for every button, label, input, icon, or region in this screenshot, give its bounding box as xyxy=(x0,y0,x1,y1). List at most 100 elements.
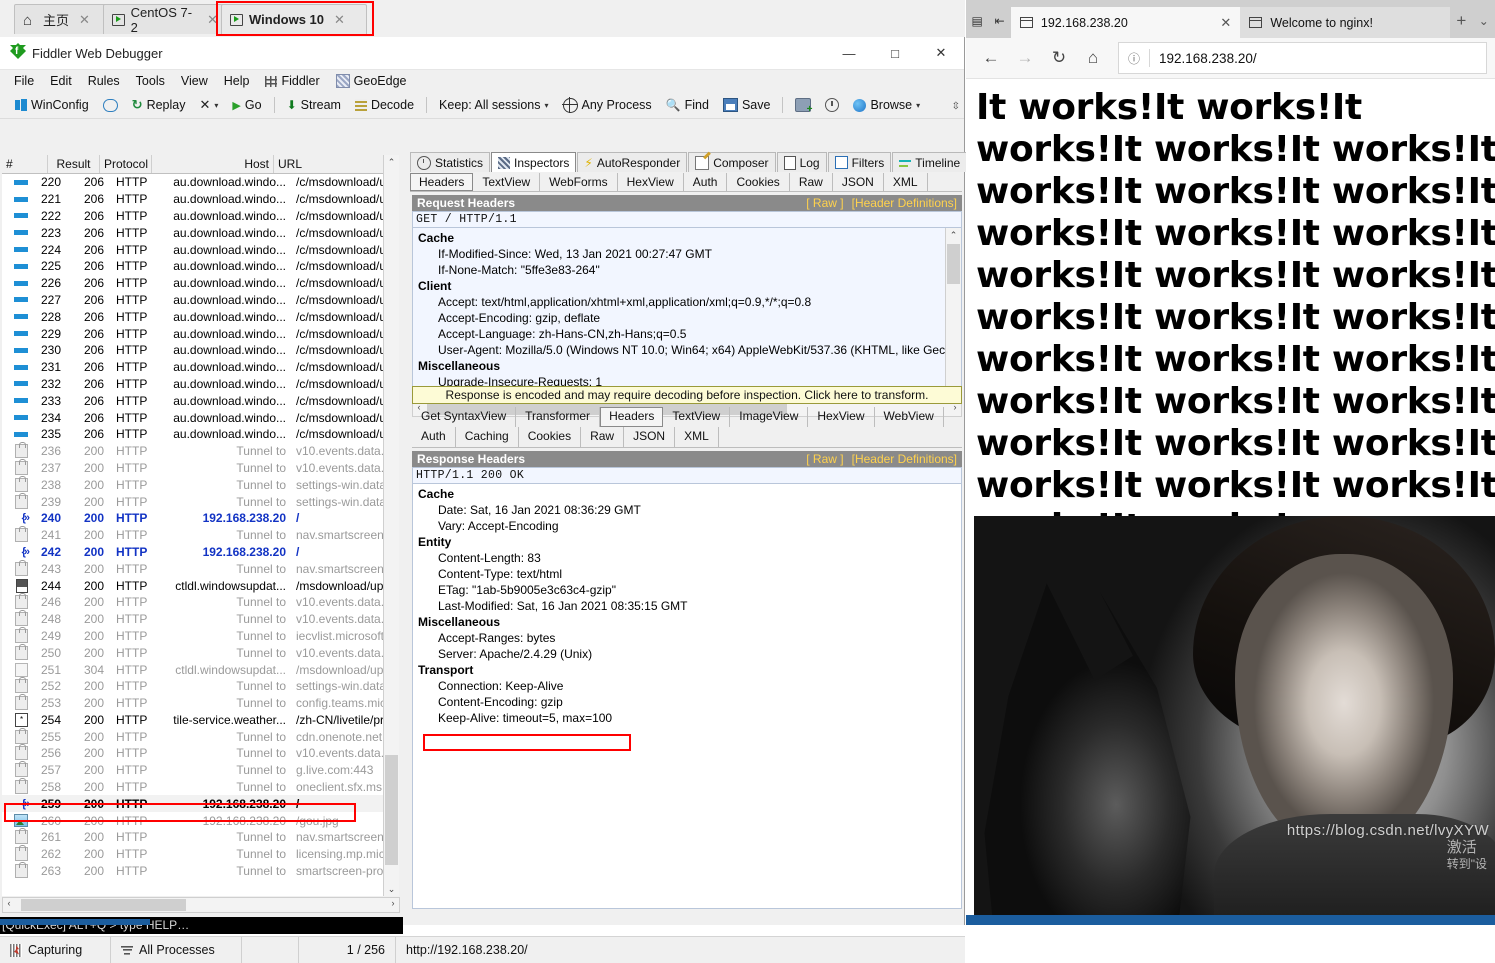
tab-log[interactable]: Log xyxy=(776,152,827,172)
url-text[interactable]: 192.168.238.20/ xyxy=(1150,51,1257,66)
response-header-definitions-link[interactable]: [Header Definitions] xyxy=(852,452,957,466)
toolbar-overflow-icon[interactable]: ⇳ xyxy=(952,101,960,112)
response-subtab-textview[interactable]: TextView xyxy=(663,407,731,427)
session-row[interactable]: 235 206 HTTP au.download.windo... /c/msdownl… xyxy=(2,426,383,443)
tab-timeline[interactable]: Timeline xyxy=(892,152,968,172)
request-subtab-json[interactable]: JSON xyxy=(833,173,884,191)
session-row[interactable]: 244 200 HTTP ctldl.windowsupdat... /msdownlo… xyxy=(2,577,383,594)
session-row[interactable]: 250 200 HTTP Tunnel to v10.events.data.micr xyxy=(2,643,383,661)
response-subtab-headers[interactable]: Headers xyxy=(600,407,664,427)
replay-button[interactable]: ↻ Replay xyxy=(125,95,193,115)
timer-button[interactable] xyxy=(818,96,846,114)
response-subtab-caching[interactable]: Caching xyxy=(456,427,519,447)
address-bar[interactable]: ⓘ 192.168.238.20/ xyxy=(1118,42,1487,74)
column-header-url[interactable]: URL xyxy=(274,155,384,173)
request-subtab-textview[interactable]: TextView xyxy=(473,173,541,191)
request-subtab-raw[interactable]: Raw xyxy=(790,173,833,191)
menu-file[interactable]: File xyxy=(6,72,42,90)
request-subtab-cookies[interactable]: Cookies xyxy=(727,173,790,191)
session-row[interactable]: 246 200 HTTP Tunnel to v10.events.data.micr xyxy=(2,593,383,611)
response-subtab-auth[interactable]: Auth xyxy=(412,427,456,447)
process-filter-status[interactable]: All Processes xyxy=(111,937,242,963)
home-button[interactable]: ⌂ xyxy=(1076,42,1110,74)
request-subtab-hexview[interactable]: HexView xyxy=(618,173,684,191)
session-row[interactable]: 243 200 HTTP Tunnel to nav.smartscreen.micr xyxy=(2,559,383,577)
close-icon[interactable]: ✕ xyxy=(79,12,90,28)
session-list[interactable]: 220 206 HTTP au.download.windo... /c/msdownl… xyxy=(2,174,383,896)
request-subtab-headers[interactable]: Headers xyxy=(410,173,474,191)
go-button[interactable]: ▶ Go xyxy=(225,96,268,114)
edge-tab-1[interactable]: 192.168.238.20 ✕ xyxy=(1010,7,1241,38)
session-row[interactable]: 237 200 HTTP Tunnel to v10.events.data.micr xyxy=(2,458,383,477)
close-icon[interactable]: ✕ xyxy=(334,12,345,28)
menu-edit[interactable]: Edit xyxy=(42,72,80,90)
session-row[interactable]: 262 200 HTTP Tunnel to licensing.mp.microsof… xyxy=(2,845,383,863)
session-row[interactable]: 258 200 HTTP Tunnel to oneclient.sfx.ms:443 xyxy=(2,778,383,796)
menu-rules[interactable]: Rules xyxy=(80,72,128,90)
edge-tab-2[interactable]: Welcome to nginx! xyxy=(1240,7,1451,38)
session-row[interactable]: 221 206 HTTP au.download.windo... /c/msdownl… xyxy=(2,191,383,208)
response-subtab-get-syntaxview[interactable]: Get SyntaxView xyxy=(412,407,517,427)
session-row[interactable]: 256 200 HTTP Tunnel to v10.events.data.micr xyxy=(2,744,383,762)
session-list-scrollbar[interactable]: ⌃ ⌄ xyxy=(383,155,399,896)
session-list-hscrollbar[interactable]: ‹ › xyxy=(2,897,400,913)
request-raw-link[interactable]: [ Raw ] xyxy=(806,196,843,210)
session-row[interactable]: 252 200 HTTP Tunnel to settings-win.data.mic… xyxy=(2,677,383,695)
menu-geoedge[interactable]: GeoEdge xyxy=(328,72,415,90)
session-row[interactable]: 253 200 HTTP Tunnel to config.teams.microsof xyxy=(2,694,383,712)
response-subtab-transformer[interactable]: Transformer xyxy=(516,407,601,427)
menu-fiddler[interactable]: Fiddler xyxy=(257,72,327,90)
session-row[interactable]: 231 206 HTTP au.download.windo... /c/msdownl… xyxy=(2,359,383,376)
request-subtab-auth[interactable]: Auth xyxy=(684,173,728,191)
stream-button[interactable]: ⬇ Stream xyxy=(280,96,348,114)
session-row[interactable]: 261 200 HTTP Tunnel to nav.smartscreen.micr xyxy=(2,828,383,846)
menu-view[interactable]: View xyxy=(173,72,216,90)
encoding-notice[interactable]: Response is encoded and may require deco… xyxy=(412,386,962,404)
screenshot-button[interactable] xyxy=(788,96,818,115)
session-row[interactable]: 260 200 HTTP 192.168.238.20/gou.jpg xyxy=(2,812,383,829)
request-header-definitions-link[interactable]: [Header Definitions] xyxy=(852,196,957,210)
tab-filters[interactable]: Filters xyxy=(827,152,892,172)
session-row[interactable]: 230 206 HTTP au.download.windo... /c/msdownl… xyxy=(2,342,383,359)
scroll-right-icon[interactable]: › xyxy=(387,898,399,910)
session-row[interactable]: 257 200 HTTP Tunnel to g.live.com:443 xyxy=(2,761,383,779)
capturing-status[interactable]: Capturing xyxy=(0,937,111,963)
response-subtab-hexview[interactable]: HexView xyxy=(808,407,875,427)
close-icon[interactable]: ✕ xyxy=(1220,15,1231,31)
column-header-number[interactable]: # xyxy=(2,155,48,173)
comment-button[interactable] xyxy=(96,97,125,114)
scroll-up-icon[interactable]: ⌃ xyxy=(384,155,399,169)
session-row[interactable]: 224 206 HTTP au.download.windo... /c/msdownl… xyxy=(2,241,383,258)
request-subtab-xml[interactable]: XML xyxy=(884,173,928,191)
response-subtab-cookies[interactable]: Cookies xyxy=(519,427,582,447)
scroll-down-icon[interactable]: ⌄ xyxy=(384,882,399,896)
session-row[interactable]: {» 259 200 HTTP 192.168.238.20 / xyxy=(2,795,383,813)
winconfig-button[interactable]: WinConfig xyxy=(8,96,96,114)
save-button[interactable]: Save xyxy=(716,96,778,114)
response-subtab-xml[interactable]: XML xyxy=(675,427,719,447)
column-header-result[interactable]: Result xyxy=(48,155,100,173)
session-row[interactable]: 236 200 HTTP Tunnel to v10.events.data.micr xyxy=(2,442,383,460)
tab-composer[interactable]: Composer xyxy=(688,152,776,172)
session-row[interactable]: 227 206 HTTP au.download.windo... /c/msdownl… xyxy=(2,292,383,309)
session-row[interactable]: 229 206 HTTP au.download.windo... /c/msdownl… xyxy=(2,325,383,342)
set-aside-tabs-button[interactable]: ⇤ xyxy=(988,4,1010,38)
forward-button[interactable]: → xyxy=(1008,42,1042,74)
site-info-icon[interactable]: ⓘ xyxy=(1119,50,1149,67)
vm-tab-windows10[interactable]: Windows 10 ✕ xyxy=(221,4,367,34)
decode-button[interactable]: Decode xyxy=(348,96,421,114)
tab-autoresponder[interactable]: ⚡ AutoResponder xyxy=(577,152,688,172)
maximize-button[interactable]: □ xyxy=(872,37,918,69)
minimize-button[interactable]: — xyxy=(826,37,872,69)
request-headers-body[interactable]: Cache If-Modified-Since: Wed, 13 Jan 202… xyxy=(412,228,962,401)
any-process-button[interactable]: Any Process xyxy=(556,96,659,115)
vm-tab-centos[interactable]: CentOS 7-2 ✕ xyxy=(103,4,227,35)
scroll-up-icon[interactable]: ⌃ xyxy=(946,228,961,242)
scrollbar-thumb[interactable] xyxy=(385,755,398,865)
tab-preview-button[interactable]: ▤ xyxy=(966,4,988,38)
tab-statistics[interactable]: Statistics xyxy=(410,152,491,172)
close-button[interactable]: ✕ xyxy=(918,37,964,69)
response-subtab-raw[interactable]: Raw xyxy=(581,427,625,447)
response-subtab-imageview[interactable]: ImageView xyxy=(730,407,809,427)
response-headers-body[interactable]: Cache Date: Sat, 16 Jan 2021 08:36:29 GM… xyxy=(412,484,962,909)
